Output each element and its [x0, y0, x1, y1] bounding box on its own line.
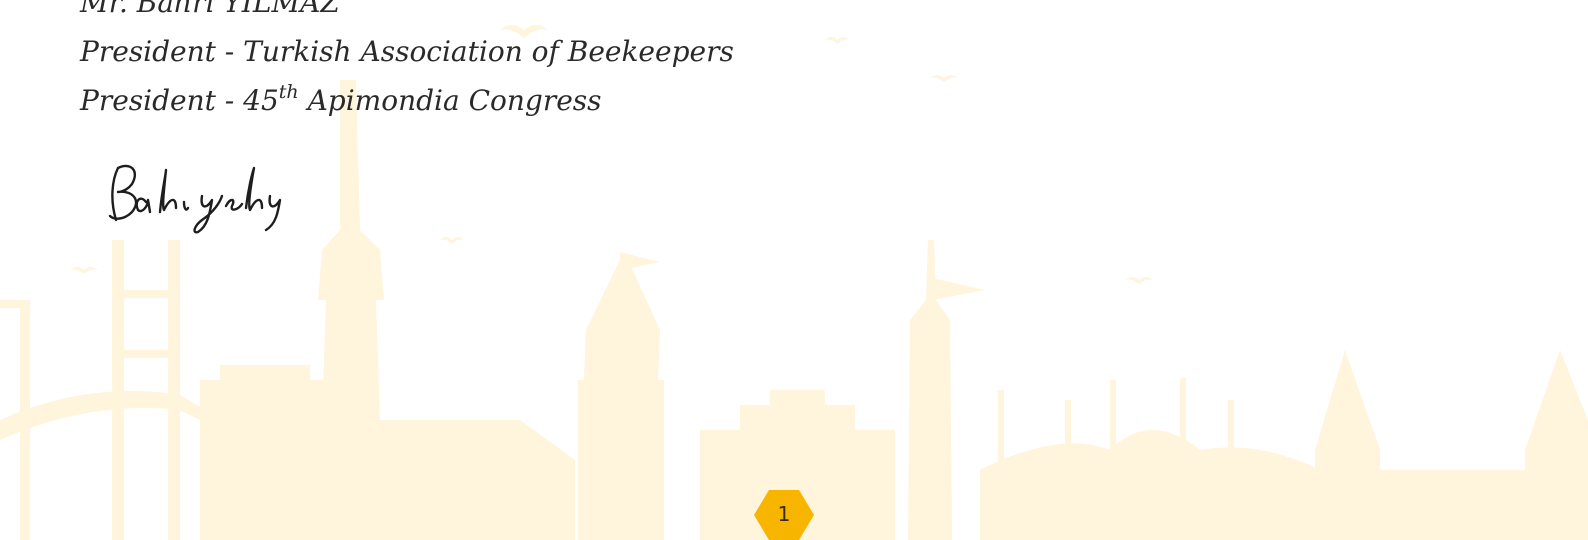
right-tower-2	[1525, 350, 1588, 540]
signatory-title-congress-ordinal: th	[278, 81, 299, 103]
seagull-icon	[1125, 277, 1153, 284]
mosque	[980, 430, 1320, 540]
signatory-title-congress-prefix: President - 45	[80, 84, 279, 117]
seagull-icon	[440, 237, 464, 244]
document-page: Mr. Bahri YILMAZ President - Turkish Ass…	[0, 0, 1588, 540]
maidens-tower	[318, 80, 384, 420]
signatory-name: Mr. Bahri YILMAZ	[80, 0, 340, 19]
signatory-title-congress-suffix: Apimondia Congress	[298, 84, 602, 117]
page-number: 1	[777, 502, 791, 526]
handwritten-signature	[108, 164, 282, 234]
right-tower-1	[1315, 350, 1380, 540]
signatory-title-association: President - Turkish Association of Beeke…	[80, 35, 734, 68]
seagull-icon	[825, 37, 849, 44]
seagull-icon	[930, 75, 958, 82]
signatory-title-congress: President - 45th Apimondia Congress	[80, 76, 734, 125]
bridge-tower-right	[168, 240, 180, 540]
seagull-icon	[70, 267, 98, 274]
galata-tower	[578, 260, 664, 540]
bridge-tower-left	[112, 240, 124, 540]
signatory-block: Mr. Bahri YILMAZ President - Turkish Ass…	[80, 0, 734, 125]
